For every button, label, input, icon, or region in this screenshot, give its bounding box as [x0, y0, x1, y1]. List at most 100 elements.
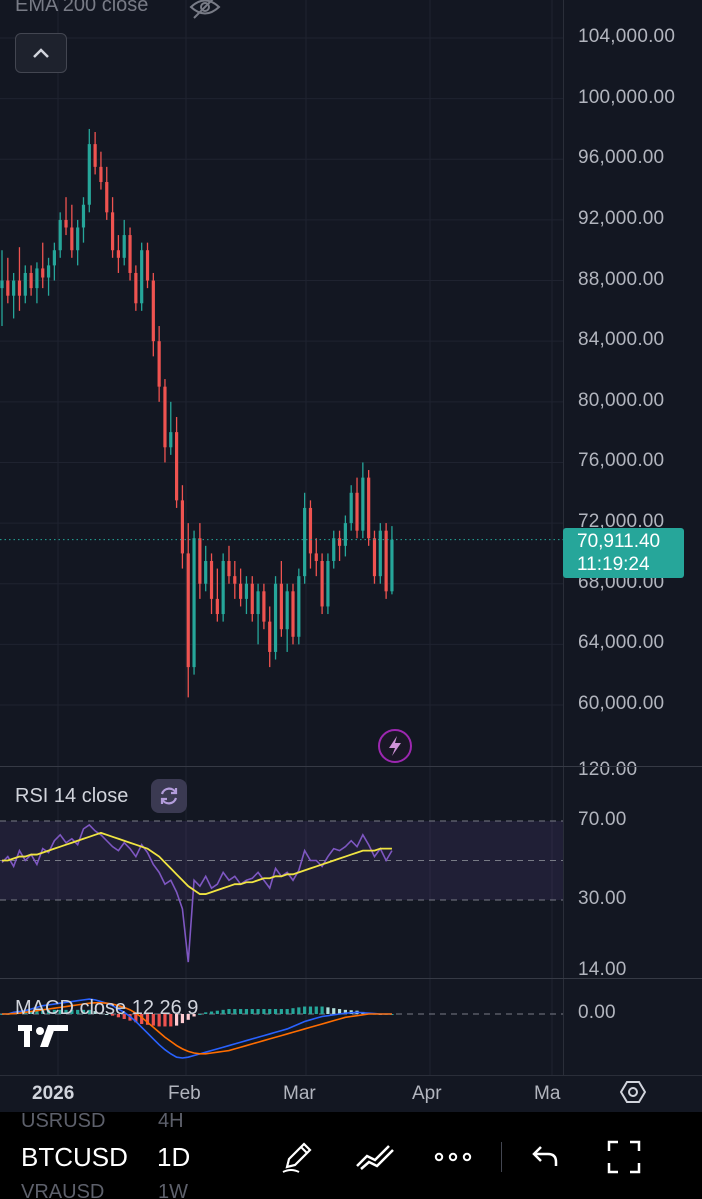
macd-histogram-bar — [320, 1006, 324, 1014]
price-tick-label: 80,000.00 — [578, 389, 665, 411]
candle-body — [175, 432, 179, 501]
macd-histogram-bar — [297, 1007, 301, 1014]
toolbar-divider — [501, 1142, 502, 1172]
candle-body — [81, 204, 86, 228]
rsi-legend[interactable]: RSI 14 close — [15, 785, 128, 808]
candle-body — [122, 235, 126, 258]
price-tick-label: 96,000.00 — [578, 147, 665, 169]
candle-body — [209, 560, 214, 599]
candle-body — [0, 280, 4, 289]
price-tick-label: 100,000.00 — [578, 86, 676, 108]
candle-body — [93, 144, 97, 167]
candle-body — [70, 227, 74, 251]
collapse-legend-button[interactable] — [15, 33, 67, 73]
candle-body — [343, 523, 347, 546]
price-tick-label: 88,000.00 — [578, 268, 665, 290]
macd-histogram-bar — [268, 1009, 272, 1014]
lightning-icon[interactable] — [378, 729, 412, 763]
macd-histogram-bar — [285, 1009, 289, 1014]
last-price-badge: 70,911.40 11:19:24 — [563, 528, 684, 578]
macd-histogram-bar — [303, 1006, 307, 1014]
pane-separator[interactable] — [0, 766, 702, 767]
ghost-symbol: VRAUSD — [21, 1181, 105, 1199]
candle-body — [134, 272, 138, 304]
candle-body — [116, 250, 120, 258]
price-tick-label: 60,000.00 — [578, 693, 665, 714]
fullscreen-icon[interactable] — [602, 1136, 646, 1178]
candle-body — [58, 219, 62, 251]
time-label: Feb — [168, 1083, 201, 1104]
time-label: 2026 — [32, 1083, 75, 1104]
candle-body — [163, 386, 167, 448]
macd-histogram-bar — [332, 1008, 336, 1014]
candle-body — [273, 583, 278, 652]
candle-body — [204, 560, 208, 584]
macd-histogram-bar — [256, 1009, 260, 1014]
macd-legend[interactable]: MACD close 12 26 9 — [15, 997, 198, 1020]
tradingview-logo — [18, 1022, 68, 1057]
candle-body — [198, 538, 202, 584]
candle-body — [87, 144, 91, 205]
interval-selector[interactable]: 1D — [157, 1142, 190, 1173]
symbol-selector[interactable]: BTCUSD — [21, 1142, 128, 1173]
macd-histogram-bar — [262, 1009, 266, 1014]
macd-histogram-bar — [209, 1011, 214, 1014]
macd-histogram-bar — [227, 1009, 231, 1014]
time-axis[interactable]: 2026 Feb Mar Apr Ma — [0, 1075, 702, 1112]
more-dots-icon[interactable] — [431, 1136, 475, 1178]
ema-legend[interactable]: EMA 200 close — [15, 0, 148, 17]
macd-histogram-bar — [239, 1009, 243, 1014]
candle-body — [390, 539, 394, 592]
eye-off-icon[interactable] — [188, 0, 222, 20]
macd-histogram-bar — [308, 1006, 313, 1014]
candle-body — [35, 268, 39, 289]
candle-body — [250, 583, 254, 615]
candle-body — [367, 477, 371, 539]
candle-body — [268, 621, 272, 652]
candle-body — [262, 591, 266, 622]
undo-icon[interactable] — [523, 1136, 567, 1178]
candle-body — [244, 583, 249, 599]
ghost-interval: 1W — [158, 1181, 188, 1199]
candle-body — [279, 583, 283, 630]
candle-body — [221, 560, 225, 615]
candle-body — [239, 583, 243, 599]
candle-body — [227, 560, 231, 577]
pencil-icon[interactable] — [275, 1136, 319, 1178]
candle-body — [46, 265, 51, 278]
candle-body — [303, 507, 307, 577]
candle-body — [326, 560, 330, 607]
candle-body — [140, 250, 144, 304]
candle-body — [186, 553, 190, 668]
macd-histogram-bar — [250, 1009, 254, 1014]
candle-body — [157, 341, 161, 387]
rsi-tick-label: 70.00 — [578, 809, 627, 830]
candle-body — [180, 500, 185, 554]
candle-body — [256, 591, 260, 615]
ghost-symbol: USRUSD — [21, 1110, 106, 1132]
reload-icon[interactable] — [151, 779, 187, 813]
gear-icon[interactable] — [619, 1079, 647, 1105]
pane-separator[interactable] — [0, 978, 702, 979]
candle-body — [105, 182, 109, 213]
price-tick-label: 104,000.00 — [578, 26, 676, 47]
candle-body — [12, 280, 16, 296]
last-price-value: 70,911.40 — [577, 531, 661, 552]
indicators-icon[interactable] — [353, 1136, 397, 1178]
macd-tick-label: 0.00 — [578, 1002, 616, 1023]
candle-body — [372, 538, 377, 577]
candle-body — [6, 280, 10, 296]
time-label: Ma — [534, 1083, 561, 1104]
candle-body — [64, 219, 68, 228]
price-tick-label: 92,000.00 — [578, 207, 665, 229]
chart-area[interactable]: EMA 200 close 104,000.00 100,000.00 96,000… — [0, 0, 702, 1112]
candle-body — [52, 250, 56, 266]
macd-histogram-bar — [291, 1008, 295, 1014]
candle-body — [297, 576, 301, 637]
time-label: Mar — [283, 1083, 316, 1104]
macd-histogram-bar — [273, 1009, 278, 1014]
candle-body — [332, 538, 336, 561]
candle-body — [378, 530, 382, 577]
candle-body — [151, 280, 155, 342]
macd-histogram-bar — [314, 1006, 318, 1014]
